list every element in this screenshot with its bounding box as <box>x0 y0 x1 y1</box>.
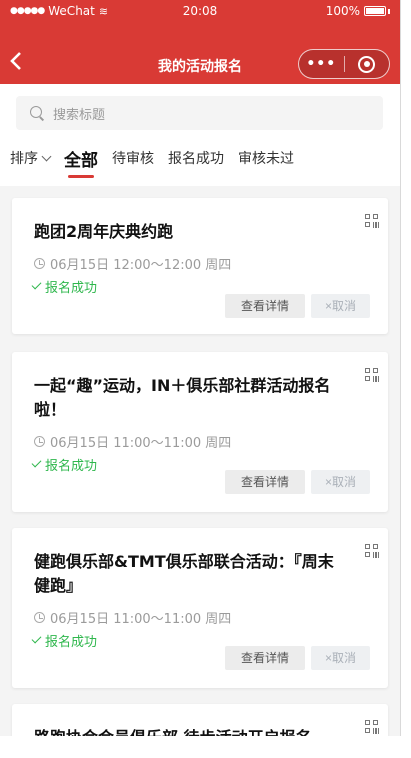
close-circle-icon <box>358 55 376 73</box>
close-button[interactable] <box>344 55 389 73</box>
clock-icon <box>34 258 45 269</box>
status-badge: 报名成功 <box>45 635 98 650</box>
status-badge: 报名成功 <box>45 281 98 296</box>
status-bar: ●●●●● WeChat ≋ 20:08 100% <box>0 0 400 22</box>
cancel-button[interactable]: ×取消 <box>310 470 370 494</box>
battery-percent: 100% <box>325 4 360 18</box>
activity-time: 06月15日 11:00～11:00 周四 <box>50 612 232 627</box>
sort-dropdown[interactable]: 排序 <box>10 148 52 168</box>
tab-success[interactable]: 报名成功 <box>168 148 224 168</box>
check-icon <box>31 633 42 644</box>
status-badge: 报名成功 <box>45 459 98 474</box>
activity-title: 一起“趣”运动，IN＋俱乐部社群活动报名啦！ <box>34 376 331 419</box>
activity-card[interactable]: 一起“趣”运动，IN＋俱乐部社群活动报名啦！ 06月15日 11:00～11:0… <box>12 352 388 512</box>
view-details-button[interactable]: 查看详情 <box>224 470 305 494</box>
search-input[interactable]: 搜索标题 <box>16 96 383 130</box>
activity-card[interactable]: 路跑协会会员俱乐部 徒步活动开启报名 <box>12 704 388 736</box>
activity-list: 跑团2周年庆典约跑 06月15日 12:00～12:00 周四 报名成功 查看详… <box>0 186 400 736</box>
mini-program-capsule: ••• <box>298 49 390 79</box>
qrcode-icon[interactable] <box>365 720 379 734</box>
clock-icon <box>34 436 45 447</box>
filter-bar: 排序 全部 待审核 报名成功 审核未过 <box>10 148 294 178</box>
phone-screen: ●●●●● WeChat ≋ 20:08 100% 我的活动报名 ••• 搜索标… <box>0 0 400 736</box>
cancel-button[interactable]: ×取消 <box>310 646 370 670</box>
search-placeholder: 搜索标题 <box>53 107 106 123</box>
activity-card[interactable]: 健跑俱乐部&TMT俱乐部联合活动：『周末健跑』 06月15日 11:00～11:… <box>12 528 388 688</box>
activity-title: 健跑俱乐部&TMT俱乐部联合活动：『周末健跑』 <box>34 552 334 595</box>
more-button[interactable]: ••• <box>299 56 344 72</box>
activity-title: 路跑协会会员俱乐部 徒步活动开启报名 <box>34 726 372 736</box>
chevron-down-icon <box>41 151 52 161</box>
view-details-button[interactable]: 查看详情 <box>224 646 305 670</box>
sort-label: 排序 <box>10 151 38 167</box>
tab-rejected[interactable]: 审核未过 <box>238 148 294 168</box>
activity-title: 跑团2周年庆典约跑 <box>34 222 174 241</box>
check-icon <box>31 457 42 468</box>
activity-card[interactable]: 跑团2周年庆典约跑 06月15日 12:00～12:00 周四 报名成功 查看详… <box>12 198 388 334</box>
cancel-button[interactable]: ×取消 <box>310 294 370 318</box>
qrcode-icon[interactable] <box>365 544 379 558</box>
search-icon <box>30 105 45 121</box>
navigation-bar: 我的活动报名 ••• <box>0 44 400 84</box>
tab-all[interactable]: 全部 <box>64 146 98 178</box>
check-icon <box>31 279 42 290</box>
clock-icon <box>34 612 45 623</box>
battery-icon <box>364 6 386 16</box>
activity-time: 06月15日 11:00～11:00 周四 <box>50 436 232 451</box>
activity-time: 06月15日 12:00～12:00 周四 <box>50 258 232 273</box>
search-filter-panel: 搜索标题 排序 全部 待审核 报名成功 审核未过 <box>0 84 400 186</box>
view-details-button[interactable]: 查看详情 <box>224 294 305 318</box>
tab-pending[interactable]: 待审核 <box>112 148 154 168</box>
qrcode-icon[interactable] <box>365 214 379 228</box>
app-header: ●●●●● WeChat ≋ 20:08 100% 我的活动报名 ••• <box>0 0 400 84</box>
frame-edge <box>400 0 401 736</box>
qrcode-icon[interactable] <box>365 368 379 382</box>
